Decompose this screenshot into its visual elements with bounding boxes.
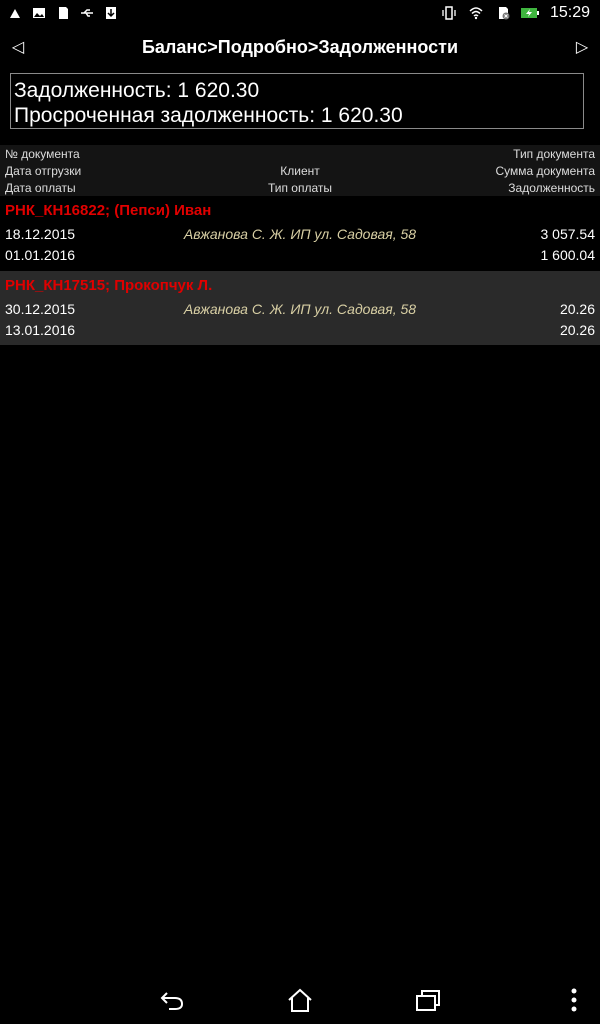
list-item[interactable]: РНК_КН17515; Прокопчук Л. 30.12.2015 Авж…: [0, 271, 600, 345]
wifi-icon: [469, 6, 483, 19]
overflow-menu-icon: [571, 988, 577, 1012]
total-debt: Задолженность: 1 620.30: [14, 79, 260, 102]
home-button[interactable]: [284, 986, 316, 1014]
col-doc-sum: Сумма документа: [495, 163, 595, 178]
status-left-icons: [0, 6, 118, 20]
debt-summary: Задолженность: 1 620.30 Просроченная зад…: [10, 73, 584, 129]
download-icon: [106, 6, 116, 19]
pay-date: 13.01.2016: [5, 322, 76, 338]
status-right-icons: 15:29: [442, 4, 600, 22]
recent-apps-icon: [416, 990, 440, 1011]
clock: 15:29: [549, 3, 590, 21]
client-name: Авжанова С. Ж. ИП ул. Садовая, 58: [183, 226, 417, 242]
col-pay-date: Дата оплаты: [5, 180, 76, 195]
page-title: Баланс>Подробно>Задолженности: [141, 36, 459, 57]
vibrate-icon: [442, 5, 456, 20]
col-debt: Задолженность: [508, 180, 595, 195]
back-icon: [160, 992, 184, 1010]
pay-date: 01.01.2016: [5, 247, 76, 263]
image-icon: [33, 7, 45, 18]
status-bar: 15:29: [0, 0, 600, 25]
recent-apps-button[interactable]: [412, 986, 444, 1014]
document-sum: 3 057.54: [540, 226, 596, 242]
document-name: РНК_КН16822; (Пепси) Иван: [5, 202, 212, 219]
home-icon: [288, 988, 312, 1012]
notification-icon: [10, 8, 20, 18]
ship-date: 30.12.2015: [5, 301, 76, 317]
document-sum: 20.26: [559, 301, 595, 317]
col-doc-no: № документа: [5, 146, 80, 161]
battery-charging-icon: [520, 7, 539, 18]
col-doc-type: Тип документа: [513, 146, 595, 161]
sd-card-icon: [59, 6, 68, 19]
ship-date: 18.12.2015: [5, 226, 76, 242]
col-ship-date: Дата отгрузки: [5, 163, 82, 178]
forward-arrow-icon[interactable]: ▷: [564, 37, 600, 57]
system-navigation-bar: [0, 976, 600, 1024]
title-bar: ◁ Баланс>Подробно>Задолженности ▷: [0, 25, 600, 69]
list-item[interactable]: РНК_КН16822; (Пепси) Иван 18.12.2015 Авж…: [0, 196, 600, 270]
client-name: Авжанова С. Ж. ИП ул. Садовая, 58: [183, 301, 417, 317]
usb-icon: [81, 8, 93, 17]
back-button[interactable]: [156, 986, 188, 1014]
debt-amount: 1 600.04: [540, 247, 596, 263]
col-pay-type: Тип оплаты: [267, 180, 333, 195]
menu-button[interactable]: [558, 986, 590, 1014]
document-name: РНК_КН17515; Прокопчук Л.: [5, 277, 213, 294]
column-header: № документа Тип документа Дата отгрузки …: [0, 145, 600, 196]
debt-amount: 20.26: [559, 322, 595, 338]
no-sim-icon: [498, 6, 510, 19]
back-arrow-icon[interactable]: ◁: [0, 37, 36, 57]
overdue-debt: Просроченная задолженность: 1 620.30: [14, 104, 403, 127]
